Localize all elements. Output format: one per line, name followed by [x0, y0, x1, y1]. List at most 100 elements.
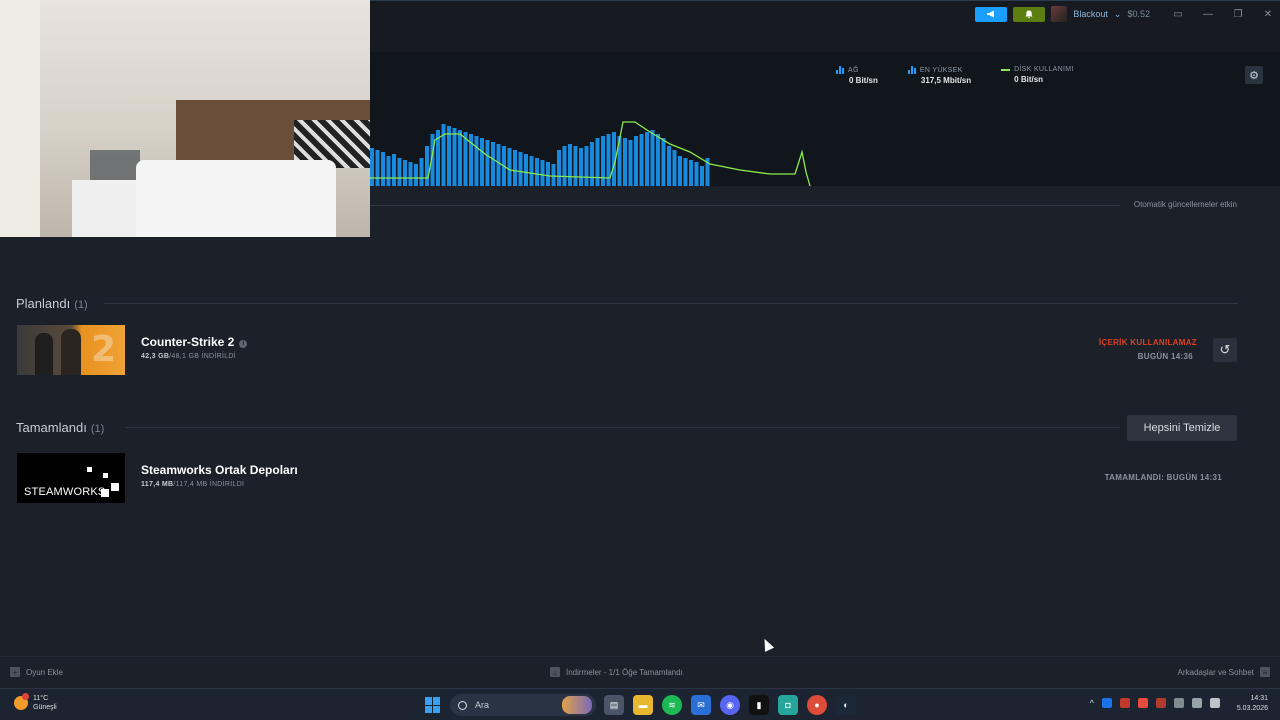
- taskbar-apps: ▤ ▬ ≋ ✉ ◉ ▮ ◘ ● ◐: [604, 695, 856, 715]
- bluetooth-icon[interactable]: [1102, 698, 1112, 708]
- graph-bar: [546, 162, 550, 186]
- notifications-button[interactable]: [1013, 6, 1046, 22]
- tray-app-icon[interactable]: [1138, 698, 1148, 708]
- search-icon: [458, 700, 467, 710]
- steamworks-thumbnail[interactable]: STEAMWORKS: [17, 453, 125, 503]
- graph-bar: [628, 140, 633, 186]
- scheduled-game-name[interactable]: Counter-Strike 2: [141, 335, 234, 349]
- graph-bar: [579, 148, 583, 186]
- stat-peak-label: EN YÜKSEK: [919, 66, 963, 74]
- android-app-icon[interactable]: ◘: [778, 695, 798, 715]
- graph-bar: [485, 140, 490, 186]
- tray-app-icon[interactable]: [1120, 698, 1130, 708]
- announcements-button[interactable]: [975, 6, 1008, 22]
- avatar[interactable]: [1051, 6, 1068, 22]
- outlook-icon[interactable]: ✉: [691, 695, 711, 715]
- graph-bar: [441, 124, 446, 186]
- windows-start-icon[interactable]: [425, 697, 441, 713]
- big-picture-icon[interactable]: ▭: [1166, 6, 1190, 22]
- downloads-status-button[interactable]: ↓ İndirmeler - 1/1 Öğe Tamamlandı: [550, 667, 683, 677]
- scheduled-game-size: 42,3 GB/48,1 GB İNDİRİLDİ: [141, 353, 236, 360]
- volume-icon[interactable]: [1210, 698, 1220, 708]
- graph-bar: [540, 160, 545, 186]
- mouse-cursor: [760, 636, 775, 652]
- discord-icon[interactable]: ◉: [720, 695, 740, 715]
- completed-size-done: 117,4 MB: [141, 481, 174, 488]
- graph-bar: [480, 138, 484, 186]
- graph-bar: [639, 134, 644, 186]
- chrome-icon[interactable]: ●: [807, 695, 827, 715]
- restart-icon: ↺: [1219, 342, 1231, 357]
- completed-size-total: /117,4 MB İNDİRİLDİ: [173, 481, 245, 488]
- scheduled-section-title: Planlandı (1): [16, 296, 88, 311]
- graph-bar: [590, 142, 594, 186]
- maximize-icon[interactable]: ❐: [1226, 6, 1250, 22]
- graph-bar: [595, 138, 600, 186]
- webcam-overlay: [0, 0, 370, 237]
- microphone-icon[interactable]: [1174, 698, 1184, 708]
- section-divider: [126, 427, 1120, 428]
- graph-bar: [656, 134, 660, 186]
- system-tray: ^: [1090, 698, 1220, 708]
- completed-time: TAMAMLANDI: BUGÜN 14:31: [1104, 473, 1222, 482]
- completed-title: Tamamlandı: [16, 420, 87, 435]
- taskbar-clock[interactable]: 14:31 5.03.2026: [1237, 694, 1268, 714]
- add-game-button[interactable]: + Oyun Ekle: [10, 667, 63, 677]
- spotify-icon[interactable]: ≋: [662, 695, 682, 715]
- file-explorer-icon[interactable]: ▬: [633, 695, 653, 715]
- add-game-label: Oyun Ekle: [26, 667, 63, 677]
- scheduled-game-title[interactable]: Counter-Strike 2 i: [141, 335, 248, 349]
- steam-icon[interactable]: ◐: [836, 695, 856, 715]
- friends-chat-label: Arkadaşlar ve Sohbet: [1177, 667, 1255, 677]
- completed-count: (1): [90, 423, 105, 435]
- graph-bar: [375, 150, 380, 186]
- chevron-up-icon[interactable]: ^: [1090, 698, 1094, 708]
- chevron-down-icon[interactable]: ⌄: [1114, 9, 1122, 20]
- divider: [370, 205, 1120, 206]
- logo-square: [87, 467, 92, 472]
- taskbar-search[interactable]: Ara: [450, 694, 596, 716]
- user-name[interactable]: Blackout: [1073, 9, 1108, 19]
- clear-all-button[interactable]: Hepsini Temizle: [1127, 415, 1237, 441]
- graph-bar: [645, 132, 649, 186]
- counter-strike-thumbnail[interactable]: 2: [17, 325, 125, 375]
- content-unavailable-status: İÇERİK KULLANILAMAZ: [1098, 338, 1197, 347]
- friends-chat-button[interactable]: Arkadaşlar ve Sohbet ≡: [1177, 667, 1270, 677]
- audio-app-icon[interactable]: ▮: [749, 695, 769, 715]
- disk-line-icon: [1001, 68, 1011, 71]
- graph-stats: AĞ 0 Bit/sn EN YÜKSEK 317,5 Mbit/sn DİSK…: [836, 66, 1104, 85]
- task-view-icon[interactable]: ▤: [604, 695, 624, 715]
- gear-icon[interactable]: ⚙: [1245, 66, 1263, 84]
- graph-bar: [529, 156, 534, 186]
- tray-app-icon[interactable]: [1156, 698, 1166, 708]
- close-icon[interactable]: ✕: [1256, 6, 1280, 22]
- completed-game-title[interactable]: Steamworks Ortak Depoları: [141, 463, 298, 477]
- scheduled-size-total: /48,1 GB İNDİRİLDİ: [169, 353, 237, 360]
- logo-square: [111, 483, 119, 491]
- stat-network-value: 0 Bit/sn: [849, 76, 878, 85]
- graph-bar: [458, 130, 462, 186]
- graph-bar: [535, 158, 539, 186]
- graph-bar: [623, 138, 627, 186]
- minimize-icon[interactable]: —: [1196, 6, 1220, 22]
- restart-button[interactable]: ↺: [1213, 338, 1237, 362]
- info-icon[interactable]: i: [239, 340, 248, 348]
- graph-bar: [557, 150, 561, 186]
- stat-peak: EN YÜKSEK 317,5 Mbit/sn: [907, 66, 971, 85]
- graph-bar: [447, 126, 451, 186]
- weather-widget[interactable]: 11°C Güneşli: [14, 693, 57, 712]
- graph-bar: [507, 148, 512, 186]
- graph-bar: [551, 164, 556, 186]
- clock-time: 14:31: [1250, 695, 1268, 702]
- clock-date: 5.03.2026: [1236, 705, 1268, 712]
- graph-bar: [568, 144, 572, 186]
- network-icon[interactable]: [1192, 698, 1202, 708]
- graph-bar: [513, 150, 517, 186]
- graph-bar: [452, 128, 457, 186]
- graph-bar: [386, 156, 391, 186]
- auto-updates-status[interactable]: Otomatik güncellemeler etkin: [1134, 200, 1237, 209]
- graph-bar: [381, 152, 385, 186]
- completed-game-size: 117,4 MB/117,4 MB İNDİRİLDİ: [141, 481, 244, 488]
- stat-network-label: AĞ: [848, 66, 859, 74]
- megaphone-icon: [987, 10, 995, 18]
